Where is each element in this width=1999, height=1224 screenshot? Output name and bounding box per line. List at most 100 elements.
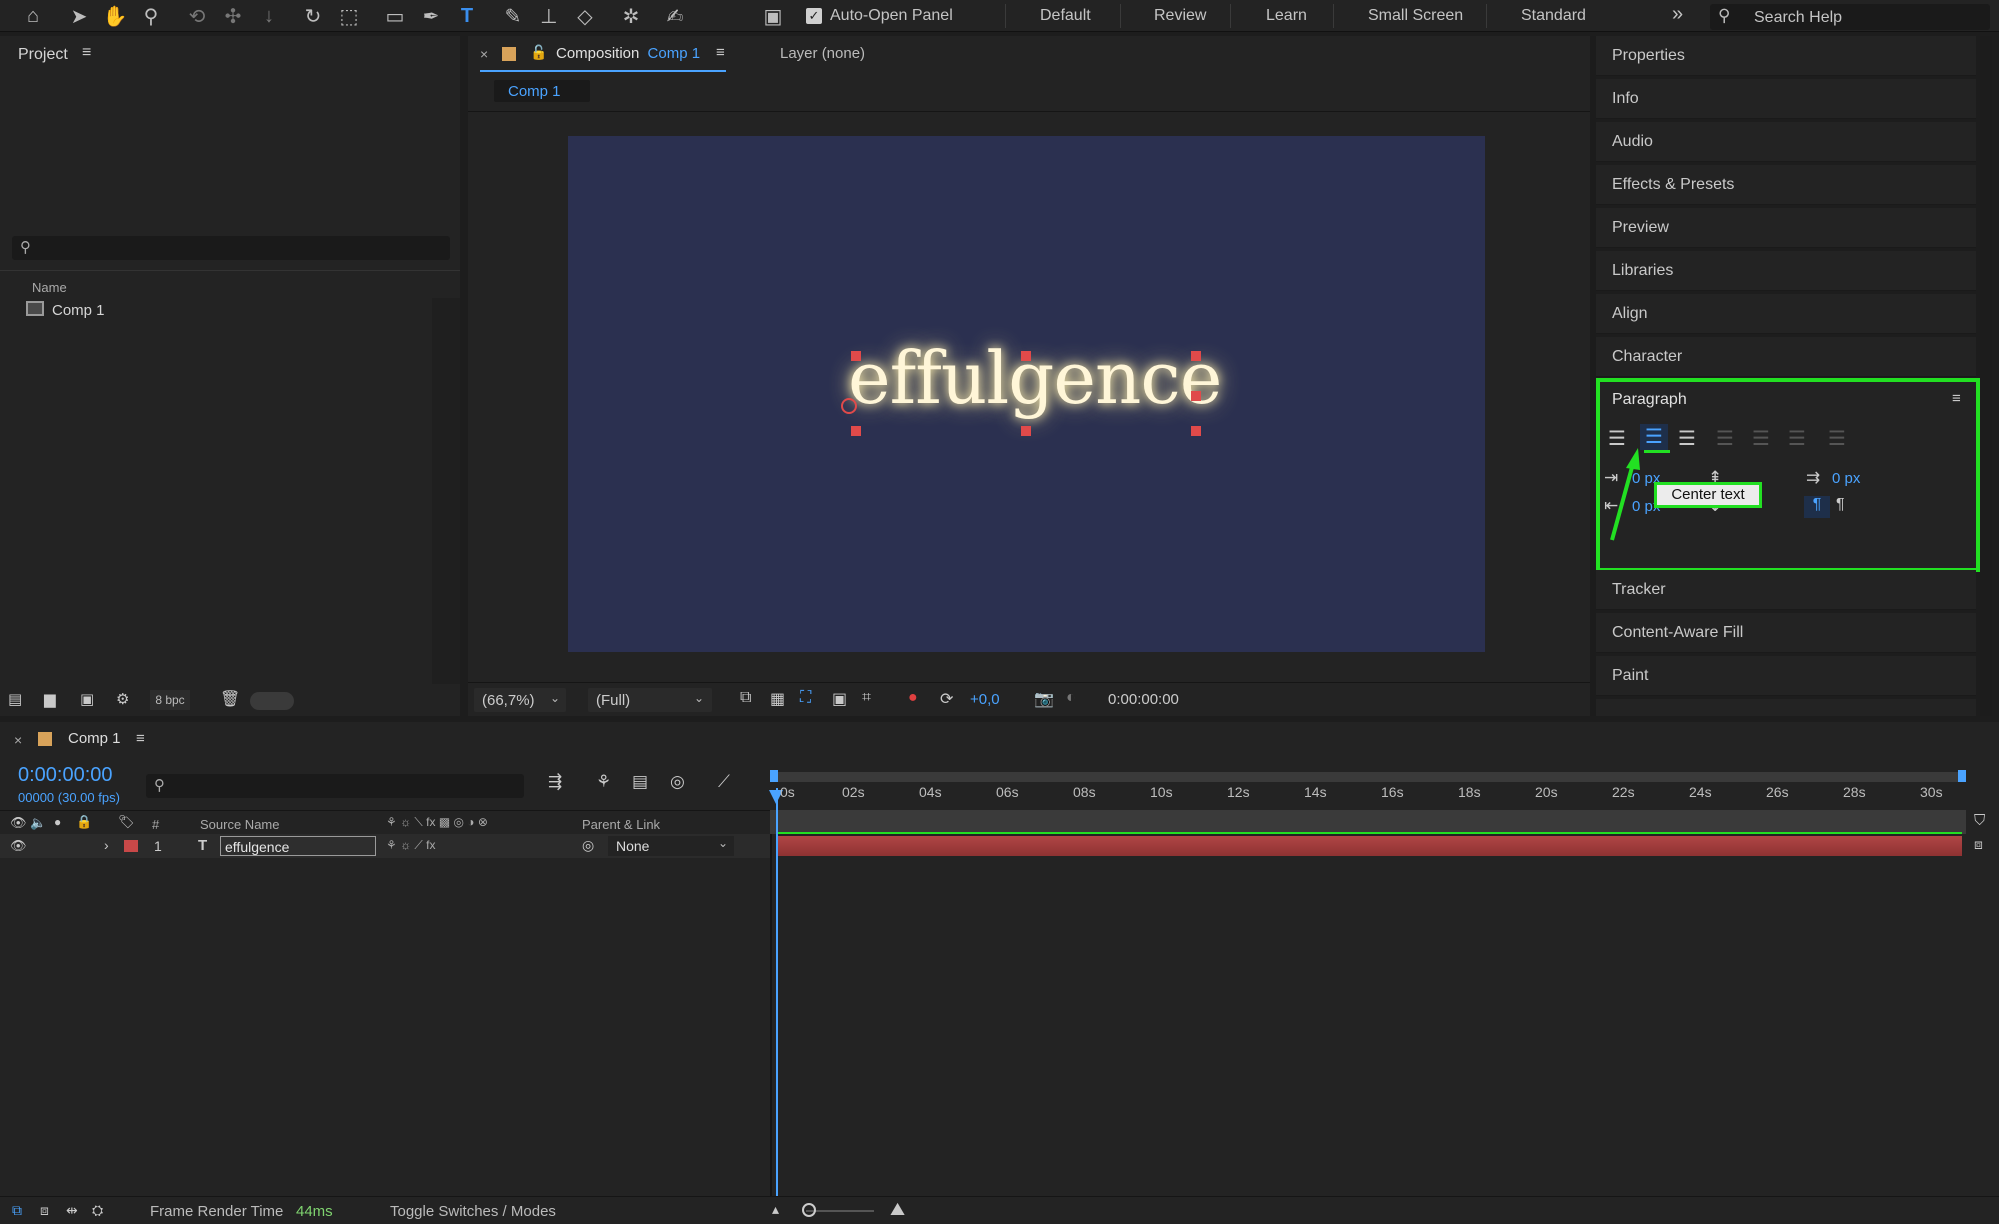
right-scrollbar[interactable] xyxy=(1980,36,1992,716)
workspace-standard[interactable]: Standard xyxy=(1521,7,1586,25)
close-comp-icon[interactable]: × xyxy=(480,46,488,62)
pan-tool-icon[interactable]: ✣ xyxy=(220,3,246,29)
transform-handle[interactable] xyxy=(1191,426,1201,436)
more-workspaces-icon[interactable]: » xyxy=(1672,3,1683,26)
workspace-default[interactable]: Default xyxy=(1040,7,1091,25)
panel-align[interactable]: Align xyxy=(1596,294,1976,334)
header-source-name[interactable]: Source Name xyxy=(200,817,279,832)
exposure-value[interactable]: +0,0 xyxy=(970,691,1000,708)
shy-layers-icon[interactable]: ⚘ xyxy=(596,772,611,792)
panel-info[interactable]: Info xyxy=(1596,79,1976,119)
canvas-text-layer[interactable]: effulgence xyxy=(848,336,1222,420)
layer-switches-toggle-icon[interactable]: ⧉ xyxy=(12,1202,22,1219)
project-search-input[interactable]: ⚲ xyxy=(12,236,450,260)
orbit-tool-icon[interactable]: ⟲ xyxy=(184,3,210,29)
pickwhip-icon[interactable]: ◎ xyxy=(582,837,594,854)
motion-blur-icon[interactable]: ◎ xyxy=(670,772,685,792)
workspace-learn[interactable]: Learn xyxy=(1266,7,1307,25)
eraser-tool-icon[interactable]: ◇ xyxy=(572,3,598,29)
zoom-dropdown[interactable]: (66,7%) ⌄ xyxy=(474,688,566,712)
panel-character[interactable]: Character xyxy=(1596,337,1976,377)
work-area-track[interactable] xyxy=(770,810,1966,834)
comp-menu-icon[interactable]: ≡ xyxy=(716,44,725,61)
search-help-field[interactable]: ⚲ Search Help xyxy=(1710,4,1990,30)
zoom-tool-icon[interactable]: ⚲ xyxy=(138,3,164,29)
rectangle-tool-icon[interactable]: ▭ xyxy=(382,3,408,29)
project-scrollbar[interactable] xyxy=(432,298,460,708)
label-icon[interactable]: 🏷 xyxy=(118,814,135,830)
hand-tool-icon[interactable]: ✋ xyxy=(102,3,128,29)
channel-icon[interactable]: ● xyxy=(908,689,918,707)
work-area-bar[interactable] xyxy=(770,772,1966,782)
workspace-small-screen[interactable]: Small Screen xyxy=(1368,7,1463,25)
project-item-comp1[interactable]: Comp 1 ⛶ xyxy=(0,298,450,322)
puppet-tool-icon[interactable]: ✍ xyxy=(662,3,688,29)
anchor-tool-icon[interactable]: ⬚ xyxy=(336,3,362,29)
clone-stamp-icon[interactable]: ⊥ xyxy=(536,3,562,29)
work-area-start[interactable] xyxy=(770,770,778,782)
panel-audio[interactable]: Audio xyxy=(1596,122,1976,162)
transform-handle[interactable] xyxy=(851,426,861,436)
tab-composition[interactable]: Composition Comp 1 xyxy=(556,45,700,62)
fast-previews-icon[interactable]: ⧉ xyxy=(740,689,751,707)
project-settings-icon[interactable]: ⚙ xyxy=(116,690,129,708)
comp-subtab[interactable]: Comp 1 xyxy=(494,80,590,102)
layer-row[interactable]: 👁 › 1 T effulgence ⚘ ☼ ⟋ fx ◎ None ⌄ xyxy=(0,834,770,858)
transform-handle[interactable] xyxy=(1191,351,1201,361)
thumbnail-slider[interactable] xyxy=(250,692,294,710)
roto-brush-icon[interactable]: ✲ xyxy=(618,3,644,29)
resolution-dropdown[interactable]: (Full) ⌄ xyxy=(588,688,712,712)
home-icon[interactable]: ⌂ xyxy=(20,3,46,29)
region-of-interest-icon[interactable]: ▣ xyxy=(832,689,847,709)
grid-guides-icon[interactable]: ⌗ xyxy=(862,689,871,707)
panel-paint[interactable]: Paint xyxy=(1596,656,1976,696)
in-out-icon[interactable]: ⇹ xyxy=(66,1202,78,1219)
panel-libraries[interactable]: Libraries xyxy=(1596,251,1976,291)
work-area-end[interactable] xyxy=(1958,770,1966,782)
pen-tool-icon[interactable]: ✒ xyxy=(418,3,444,29)
selection-tool-icon[interactable]: ➤ xyxy=(66,3,92,29)
new-composition-icon[interactable]: ▣ xyxy=(80,690,94,708)
new-folder-icon[interactable]: ▆ xyxy=(44,690,56,708)
render-time-icon[interactable]: ⛭ xyxy=(92,1202,103,1219)
parent-dropdown[interactable]: None ⌄ xyxy=(608,836,734,856)
layer-switches-icon[interactable]: ⚘ ☼ ⟋ fx xyxy=(386,838,436,853)
layer-name-field[interactable]: effulgence xyxy=(220,836,376,856)
dolly-tool-icon[interactable]: ↓ xyxy=(256,3,282,29)
layer-label-color[interactable] xyxy=(124,840,138,852)
layer-visibility-icon[interactable]: 👁 xyxy=(10,838,27,854)
panel-properties[interactable]: Properties xyxy=(1596,36,1976,76)
snapshot-icon[interactable]: 📷 xyxy=(1034,689,1054,709)
interpret-footage-icon[interactable]: ▤ xyxy=(8,690,22,708)
timeline-tab[interactable]: Comp 1 xyxy=(68,730,121,747)
timeline-menu-icon[interactable]: ≡ xyxy=(136,730,145,747)
composition-canvas[interactable]: effulgence xyxy=(568,136,1485,652)
toggle-switches-modes[interactable]: Toggle Switches / Modes xyxy=(390,1203,556,1220)
frame-blending-icon[interactable]: ▤ xyxy=(632,772,648,792)
tab-layer[interactable]: Layer (none) xyxy=(780,45,865,62)
reset-exposure-icon[interactable]: ⟳ xyxy=(940,689,953,709)
bpc-button[interactable]: 8 bpc xyxy=(150,690,190,710)
lock-icon[interactable]: 🔓 xyxy=(530,44,547,61)
transform-handle[interactable] xyxy=(851,351,861,361)
zoom-slider-thumb[interactable] xyxy=(802,1203,816,1217)
workspace-review[interactable]: Review xyxy=(1154,7,1206,25)
panel-content-aware-fill[interactable]: Content-Aware Fill xyxy=(1596,613,1976,653)
panel-icon[interactable]: ▣ xyxy=(760,3,786,29)
eye-icon[interactable]: 👁 xyxy=(10,815,27,831)
panel-effects-presets[interactable]: Effects & Presets xyxy=(1596,165,1976,205)
zoom-out-icon[interactable]: ▴ xyxy=(772,1201,779,1218)
timeline-search-input[interactable]: ⚲ xyxy=(146,774,524,798)
mask-visibility-icon[interactable]: ⛶ xyxy=(800,689,811,707)
comp-marker-icon[interactable]: ⛉ xyxy=(1974,812,1985,829)
transfer-controls-icon[interactable]: ⧈ xyxy=(40,1202,49,1219)
transform-handle[interactable] xyxy=(1021,351,1031,361)
comp-flowchart-icon[interactable]: ⇶ xyxy=(548,772,562,792)
close-timeline-icon[interactable]: × xyxy=(14,732,22,748)
timeline-timecode[interactable]: 0:00:00:00 xyxy=(18,764,113,787)
transform-handle[interactable] xyxy=(1021,426,1031,436)
layer-end-icon[interactable]: ⧈ xyxy=(1974,836,1983,853)
trash-icon[interactable]: 🗑 xyxy=(220,689,240,709)
graph-editor-icon[interactable]: ⟋ xyxy=(718,772,730,792)
expand-chevron-icon[interactable]: › xyxy=(104,837,109,853)
